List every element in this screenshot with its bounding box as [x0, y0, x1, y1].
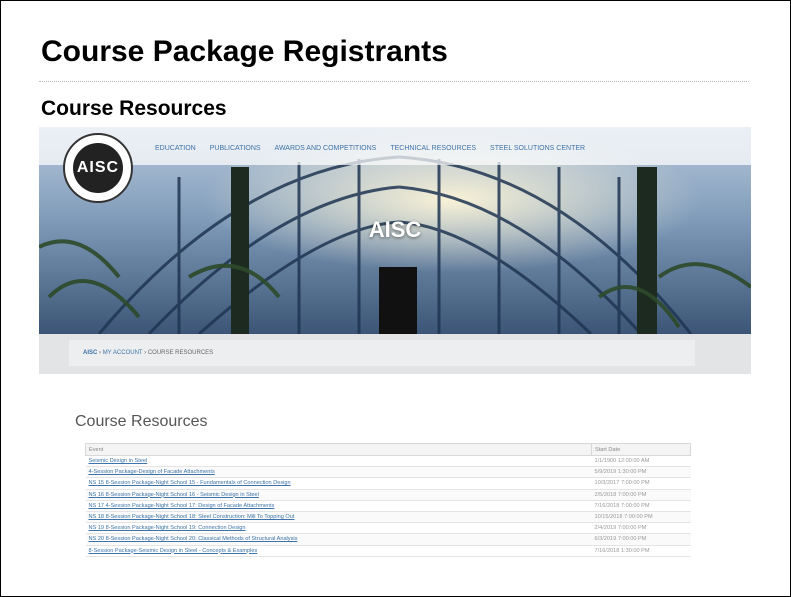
slide-frame: Course Package Registrants Course Resour…	[0, 0, 791, 597]
table-row: NS 16 8-Session Package-Night School 16 …	[85, 489, 691, 501]
table-header-row: Event Start Date	[85, 443, 691, 456]
site-nav-bar: EDUCATION PUBLICATIONS AWARDS AND COMPET…	[39, 127, 751, 165]
slide-subtitle: Course Resources	[41, 97, 227, 120]
title-divider	[39, 81, 749, 82]
start-date-cell: 6/3/2019 7:00:00 PM	[591, 533, 691, 546]
slide-title: Course Package Registrants	[41, 35, 448, 68]
event-link[interactable]: NS 20 8-Session Package-Night School 20:…	[85, 533, 592, 546]
logo-text: AISC	[73, 143, 123, 193]
nav-technical-resources[interactable]: TECHNICAL RESOURCES	[390, 145, 476, 152]
nav-awards[interactable]: AWARDS AND COMPETITIONS	[275, 145, 377, 152]
breadcrumb-separator: ›	[99, 350, 102, 356]
table-row: NS 17 4-Session Package-Night School 17:…	[85, 500, 691, 512]
event-link[interactable]: NS 19 8-Session Package-Night School 19:…	[85, 522, 592, 535]
start-date-cell: 7/16/2018 1:30:00 PM	[591, 545, 691, 557]
breadcrumb-my-account[interactable]: MY ACCOUNT	[103, 350, 143, 356]
start-date-cell: 2/4/2019 7:00:00 PM	[591, 522, 691, 535]
site-nav: EDUCATION PUBLICATIONS AWARDS AND COMPET…	[155, 145, 585, 152]
table-row: NS 20 8-Session Package-Night School 20:…	[85, 533, 691, 546]
hero-banner: EDUCATION PUBLICATIONS AWARDS AND COMPET…	[39, 127, 751, 334]
breadcrumb-separator: ›	[144, 350, 147, 356]
start-date-cell: 2/5/2018 7:00:00 PM	[591, 489, 691, 501]
start-date-cell: 10/3/2017 7:00:00 PM	[591, 477, 691, 490]
page-heading: Course Resources	[75, 413, 208, 430]
course-resources-table: Event Start Date Seismic Design in Steel…	[85, 443, 691, 557]
event-link[interactable]: 4-Session Package-Design of Facade Attac…	[85, 466, 592, 479]
table-row: NS 15 8-Session Package-Night School 15 …	[85, 477, 691, 490]
start-date-cell: 5/9/2019 1:30:00 PM	[591, 466, 691, 479]
column-header-event[interactable]: Event	[85, 443, 592, 456]
nav-education[interactable]: EDUCATION	[155, 145, 196, 152]
nav-steel-solutions[interactable]: STEEL SOLUTIONS CENTER	[490, 145, 585, 152]
column-header-start-date[interactable]: Start Date	[591, 443, 691, 456]
start-date-cell: 7/16/2018 7:00:00 PM	[591, 500, 691, 512]
event-link[interactable]: NS 16 8-Session Package-Night School 16 …	[85, 489, 592, 501]
table-row: 4-Session Package-Design of Facade Attac…	[85, 466, 691, 479]
event-link[interactable]: NS 18 8-Session Package-Night School 18:…	[85, 511, 592, 524]
nav-publications[interactable]: PUBLICATIONS	[210, 145, 261, 152]
hero-title: AISC	[368, 217, 422, 242]
table-row: Seismic Design in Steel 1/1/1900 12:00:00…	[85, 455, 691, 468]
table-row: NS 18 8-Session Package-Night School 18:…	[85, 511, 691, 524]
aisc-logo[interactable]: AISC	[63, 133, 133, 203]
start-date-cell: 1/1/1900 12:00:00 AM	[591, 455, 691, 468]
breadcrumb-bar: AISC › MY ACCOUNT › COURSE RESOURCES	[39, 334, 751, 374]
breadcrumb-home[interactable]: AISC	[83, 350, 97, 356]
breadcrumb-current: COURSE RESOURCES	[147, 350, 214, 356]
event-link[interactable]: NS 17 4-Session Package-Night School 17:…	[85, 500, 592, 512]
table-row: NS 19 8-Session Package-Night School 19:…	[85, 522, 691, 535]
website-screenshot: EDUCATION PUBLICATIONS AWARDS AND COMPET…	[39, 127, 751, 587]
breadcrumb: AISC › MY ACCOUNT › COURSE RESOURCES	[69, 340, 695, 366]
event-link[interactable]: NS 15 8-Session Package-Night School 15 …	[85, 477, 592, 490]
event-link[interactable]: 8-Session Package-Seismic Design in Stee…	[85, 545, 592, 557]
start-date-cell: 10/15/2018 7:00:00 PM	[591, 511, 691, 524]
table-row: 8-Session Package-Seismic Design in Stee…	[85, 545, 691, 557]
event-link[interactable]: Seismic Design in Steel	[85, 455, 592, 468]
